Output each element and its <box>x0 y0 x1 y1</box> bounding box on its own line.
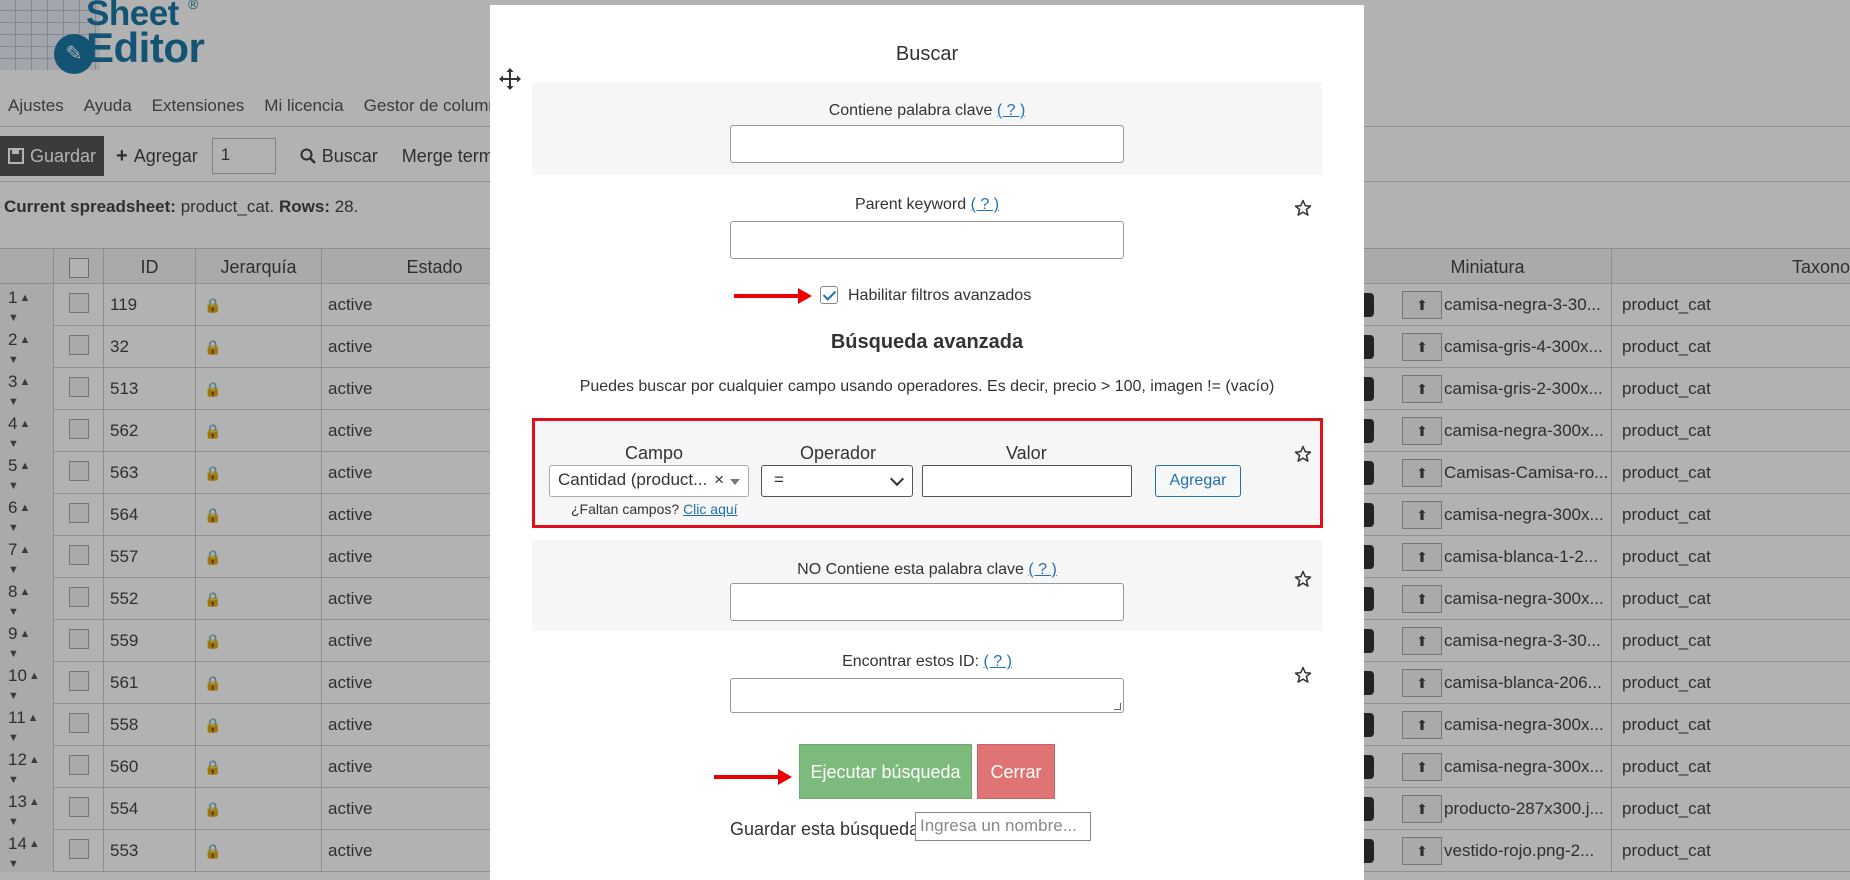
save-search-name-input[interactable]: Ingresa un nombre... <box>915 812 1091 841</box>
close-button[interactable]: Cerrar <box>977 744 1055 799</box>
search-modal: Buscar Contiene palabra clave ( ? ) Pare… <box>490 5 1364 880</box>
missing-fields-note: ¿Faltan campos? Clic aquí <box>571 501 738 517</box>
star-icon[interactable] <box>1294 666 1312 684</box>
keyword-section: Contiene palabra clave ( ? ) <box>532 82 1322 175</box>
advanced-filters-label[interactable]: Habilitar filtros avanzados <box>848 287 1031 305</box>
find-ids-section: Encontrar estos ID: ( ? ) <box>532 645 1322 725</box>
advanced-filters-checkbox[interactable] <box>820 286 838 304</box>
find-ids-textarea[interactable] <box>730 678 1124 713</box>
star-icon[interactable] <box>1294 570 1312 588</box>
missing-fields-text: ¿Faltan campos? <box>571 501 680 517</box>
keyword-input[interactable] <box>730 125 1124 163</box>
missing-fields-link[interactable]: Clic aquí <box>683 501 737 517</box>
parent-keyword-label-text: Parent keyword <box>854 196 967 213</box>
not-keyword-input[interactable] <box>730 583 1124 621</box>
keyword-help-link[interactable]: ( ? ) <box>997 102 1025 119</box>
keyword-label: Contiene palabra clave ( ? ) <box>532 102 1322 120</box>
not-keyword-label-text: NO Contiene esta palabra clave <box>797 561 1024 578</box>
star-icon[interactable] <box>1294 199 1312 217</box>
value-input[interactable] <box>922 465 1132 497</box>
modal-title: Buscar <box>895 43 959 65</box>
field-select-caret-icon <box>730 479 740 485</box>
chevron-down-icon <box>889 471 905 487</box>
field-select[interactable]: Cantidad (product... × <box>549 465 749 497</box>
add-filter-button[interactable]: Agregar <box>1155 465 1241 497</box>
not-keyword-help-link[interactable]: ( ? ) <box>1028 561 1056 578</box>
not-keyword-section: NO Contiene esta palabra clave ( ? ) <box>532 540 1322 631</box>
field-column-label: Campo <box>625 443 684 463</box>
advanced-search-title: Búsqueda avanzada <box>830 331 1024 353</box>
operator-select[interactable]: = <box>761 465 913 497</box>
operator-column-label: Operador <box>800 443 877 463</box>
find-ids-help-link[interactable]: ( ? ) <box>983 653 1011 670</box>
parent-keyword-input[interactable] <box>730 221 1124 259</box>
value-column-label: Valor <box>1006 443 1047 463</box>
star-icon[interactable] <box>1294 445 1312 463</box>
save-search-label: Guardar esta búsqueda <box>730 819 920 839</box>
not-keyword-label: NO Contiene esta palabra clave ( ? ) <box>532 561 1322 579</box>
field-select-value: Cantidad (product... <box>558 470 708 489</box>
find-ids-label: Encontrar estos ID: ( ? ) <box>532 653 1322 671</box>
parent-keyword-help-link[interactable]: ( ? ) <box>971 196 999 213</box>
parent-keyword-section: Parent keyword ( ? ) <box>532 185 1322 265</box>
parent-keyword-label: Parent keyword ( ? ) <box>532 196 1322 214</box>
annotation-arrow-toggle <box>734 288 812 304</box>
clear-icon[interactable]: × <box>714 470 724 490</box>
annotation-arrow-run <box>714 769 792 785</box>
move-icon[interactable] <box>498 67 522 91</box>
run-search-button[interactable]: Ejecutar búsqueda <box>799 744 972 799</box>
operator-select-value: = <box>774 470 784 489</box>
advanced-filter-row: Campo Operador Valor Cantidad (product..… <box>532 418 1323 528</box>
keyword-label-text: Contiene palabra clave <box>828 102 993 119</box>
find-ids-label-text: Encontrar estos ID: <box>842 653 980 670</box>
advanced-search-description: Puedes buscar por cualquier campo usando… <box>579 378 1275 395</box>
